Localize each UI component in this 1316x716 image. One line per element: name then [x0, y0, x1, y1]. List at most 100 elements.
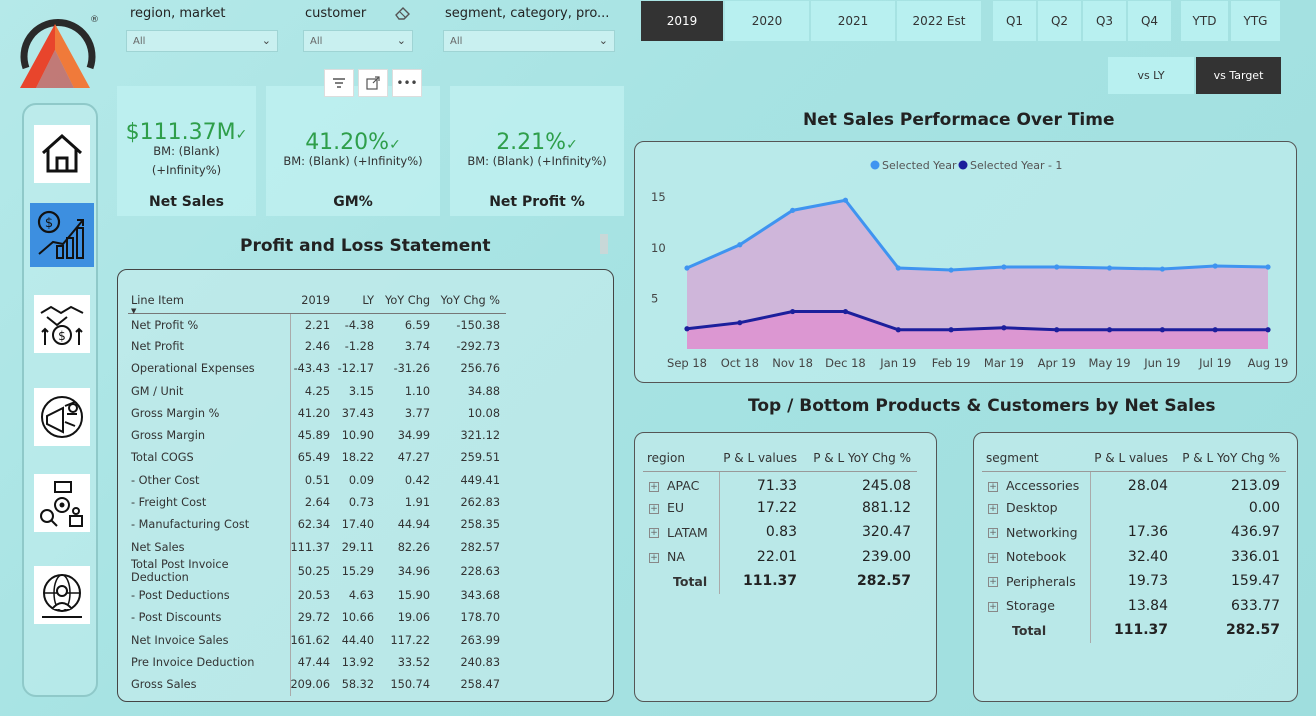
expand-icon[interactable]: +	[988, 481, 998, 492]
table-row[interactable]: Operational Expenses -43.43 -12.17 -31.26 25…	[128, 357, 506, 380]
quarter-button-q2[interactable]: Q2	[1038, 1, 1081, 41]
svg-text:$: $	[58, 329, 66, 343]
year-button-2022-est[interactable]: 2022 Est	[897, 1, 981, 41]
pl-cell: 10.66	[341, 611, 375, 625]
table-row[interactable]: Net Profit 2.46 -1.28 3.74 -292.73	[128, 335, 506, 358]
chevron-down-icon: ⌄	[396, 34, 406, 47]
nav-sales-button[interactable]: $	[34, 295, 90, 353]
table-row[interactable]: - Manufacturing Cost 62.34 17.40 44.94 258.3…	[128, 513, 506, 536]
period-button-ytd[interactable]: YTD	[1181, 1, 1228, 41]
table-row[interactable]: + EU 17.22 881.12	[643, 495, 917, 520]
table-row[interactable]: Net Invoice Sales 161.62 44.40 117.22 263.99	[128, 628, 506, 652]
nav-home-button[interactable]	[34, 125, 90, 183]
expand-icon[interactable]: +	[988, 601, 998, 612]
table-row[interactable]: Net Profit % 2.21 -4.38 6.59 -150.38	[128, 313, 506, 336]
table-row[interactable]: GM / Unit 4.25 3.15 1.10 34.88	[128, 379, 506, 403]
pl-cell: 1.91	[404, 496, 431, 510]
region-header[interactable]: region	[643, 445, 719, 472]
vs-target-button[interactable]: vs Target	[1196, 57, 1281, 94]
pl-cell: -4.38	[344, 319, 375, 333]
pl-cell: 449.41	[460, 473, 501, 487]
table-row[interactable]: Gross Sales 209.06 58.32 150.74 258.47	[128, 673, 506, 696]
table-row[interactable]: Total COGS 65.49 18.22 47.27 259.51	[128, 446, 506, 470]
segment-values-header[interactable]: P & L values	[1090, 445, 1174, 472]
handshake-money-icon: $	[40, 305, 84, 345]
chevron-down-icon: ⌄	[598, 34, 608, 47]
total-label: Total	[643, 569, 720, 594]
filter-icon[interactable]	[324, 69, 354, 97]
table-row[interactable]: - Post Deductions 20.53 4.63 15.90 343.68	[128, 584, 506, 607]
segment-yoy-header[interactable]: P & L YoY Chg %	[1174, 445, 1286, 472]
quarter-button-q3[interactable]: Q3	[1083, 1, 1126, 41]
table-row[interactable]: Gross Margin % 41.20 37.43 3.77 10.08	[128, 402, 506, 425]
table-row[interactable]: + Desktop 0.00	[982, 495, 1286, 520]
table-row[interactable]: - Freight Cost 2.64 0.73 1.91 262.83	[128, 491, 506, 514]
table-cell: 881.12	[862, 499, 911, 516]
region-slicer-value: All	[133, 36, 146, 47]
region-slicer-dropdown[interactable]: All ⌄	[126, 30, 278, 52]
region-yoy-header[interactable]: P & L YoY Chg %	[803, 445, 917, 472]
customer-slicer-dropdown[interactable]: All ⌄	[303, 30, 413, 52]
focus-mode-icon[interactable]	[358, 69, 388, 97]
pl-cell: 2.46	[304, 339, 331, 353]
nav-executive-button[interactable]	[34, 566, 90, 624]
row-label-text: NA	[667, 549, 685, 565]
table-row[interactable]: - Post Discounts 29.72 10.66 19.06 178.70	[128, 606, 506, 629]
point-selected-year	[1159, 266, 1165, 272]
table-row[interactable]: Pre Invoice Deduction 47.44 13.92 33.52 240.…	[128, 651, 506, 674]
segment-header[interactable]: segment	[982, 445, 1090, 472]
scrollbar[interactable]	[600, 234, 608, 254]
table-row[interactable]: + LATAM 0.83 320.47	[643, 520, 917, 545]
table-row[interactable]: + NA 22.01 239.00	[643, 544, 917, 569]
table-row[interactable]: + Networking 17.36 436.97	[982, 520, 1286, 545]
table-cell: 22.01	[756, 548, 797, 565]
vs-ly-button[interactable]: vs LY	[1108, 57, 1194, 94]
nav-supply-chain-button[interactable]	[34, 474, 90, 532]
expand-icon[interactable]: +	[649, 528, 659, 539]
period-button-ytg[interactable]: YTG	[1231, 1, 1280, 41]
nav-marketing-button[interactable]	[34, 388, 90, 446]
year-button-2021[interactable]: 2021	[811, 1, 895, 41]
table-row[interactable]: - Other Cost 0.51 0.09 0.42 449.41	[128, 469, 506, 492]
expand-icon[interactable]: +	[649, 503, 659, 514]
x-tick-label: Aug 19	[1248, 356, 1289, 370]
table-row[interactable]: + Notebook 32.40 336.01	[982, 544, 1286, 569]
expand-icon[interactable]: +	[649, 552, 659, 563]
pl-header-line-item[interactable]: Line Item ▼	[128, 288, 290, 315]
expand-icon[interactable]: +	[649, 481, 659, 492]
segment-slicer-dropdown[interactable]: All ⌄	[443, 30, 615, 52]
expand-icon[interactable]: +	[988, 577, 998, 588]
row-label-text: Networking	[1006, 524, 1078, 540]
pl-cell: 18.22	[341, 451, 375, 465]
table-row[interactable]: Gross Margin 45.89 10.90 34.99 321.12	[128, 424, 506, 447]
expand-icon[interactable]: +	[988, 528, 998, 539]
region-values-header[interactable]: P & L values	[719, 445, 803, 472]
quarter-button-q1[interactable]: Q1	[993, 1, 1036, 41]
eraser-icon[interactable]	[394, 5, 412, 21]
net-sales-chart-panel: Selected Year Selected Year - 1 5 10 15 Sep 1…	[634, 141, 1297, 383]
table-row[interactable]: + Peripherals 19.73 159.47	[982, 569, 1286, 594]
quarter-button-q4[interactable]: Q4	[1128, 1, 1171, 41]
pl-cell: 29.72	[297, 611, 331, 625]
point-selected-year	[948, 267, 954, 273]
expand-icon[interactable]: +	[988, 552, 998, 563]
expand-icon[interactable]: +	[988, 503, 998, 514]
kpi-net-profit-benchmark: BM: (Blank) (+Infinity%)	[467, 154, 607, 168]
table-row[interactable]: + Accessories 28.04 213.09	[982, 471, 1286, 496]
table-row[interactable]: + APAC 71.33 245.08	[643, 471, 917, 496]
pl-header-yoy-chg[interactable]: YoY Chg	[380, 288, 437, 314]
point-selected-year	[1054, 264, 1060, 270]
nav-finance-button[interactable]: $	[30, 203, 94, 267]
atliq-logo: ®	[20, 15, 98, 88]
more-options-icon[interactable]: •••	[392, 69, 422, 97]
pl-header-yoy-chg-pct[interactable]: YoY Chg %	[436, 288, 507, 314]
table-cell: 159.47	[1231, 573, 1280, 590]
table-row[interactable]: Total Post Invoice Deduction 50.25 15.29 34…	[128, 558, 506, 585]
year-button-2019[interactable]: 2019	[641, 1, 723, 41]
pl-cell: 44.94	[397, 518, 431, 532]
pl-header-year[interactable]: 2019	[290, 288, 337, 314]
table-row[interactable]: + Storage 13.84 633.77	[982, 593, 1286, 618]
pl-header-ly[interactable]: LY	[336, 288, 381, 314]
year-button-2020[interactable]: 2020	[725, 1, 809, 41]
table-row[interactable]: Net Sales 111.37 29.11 82.26 282.57	[128, 535, 506, 559]
